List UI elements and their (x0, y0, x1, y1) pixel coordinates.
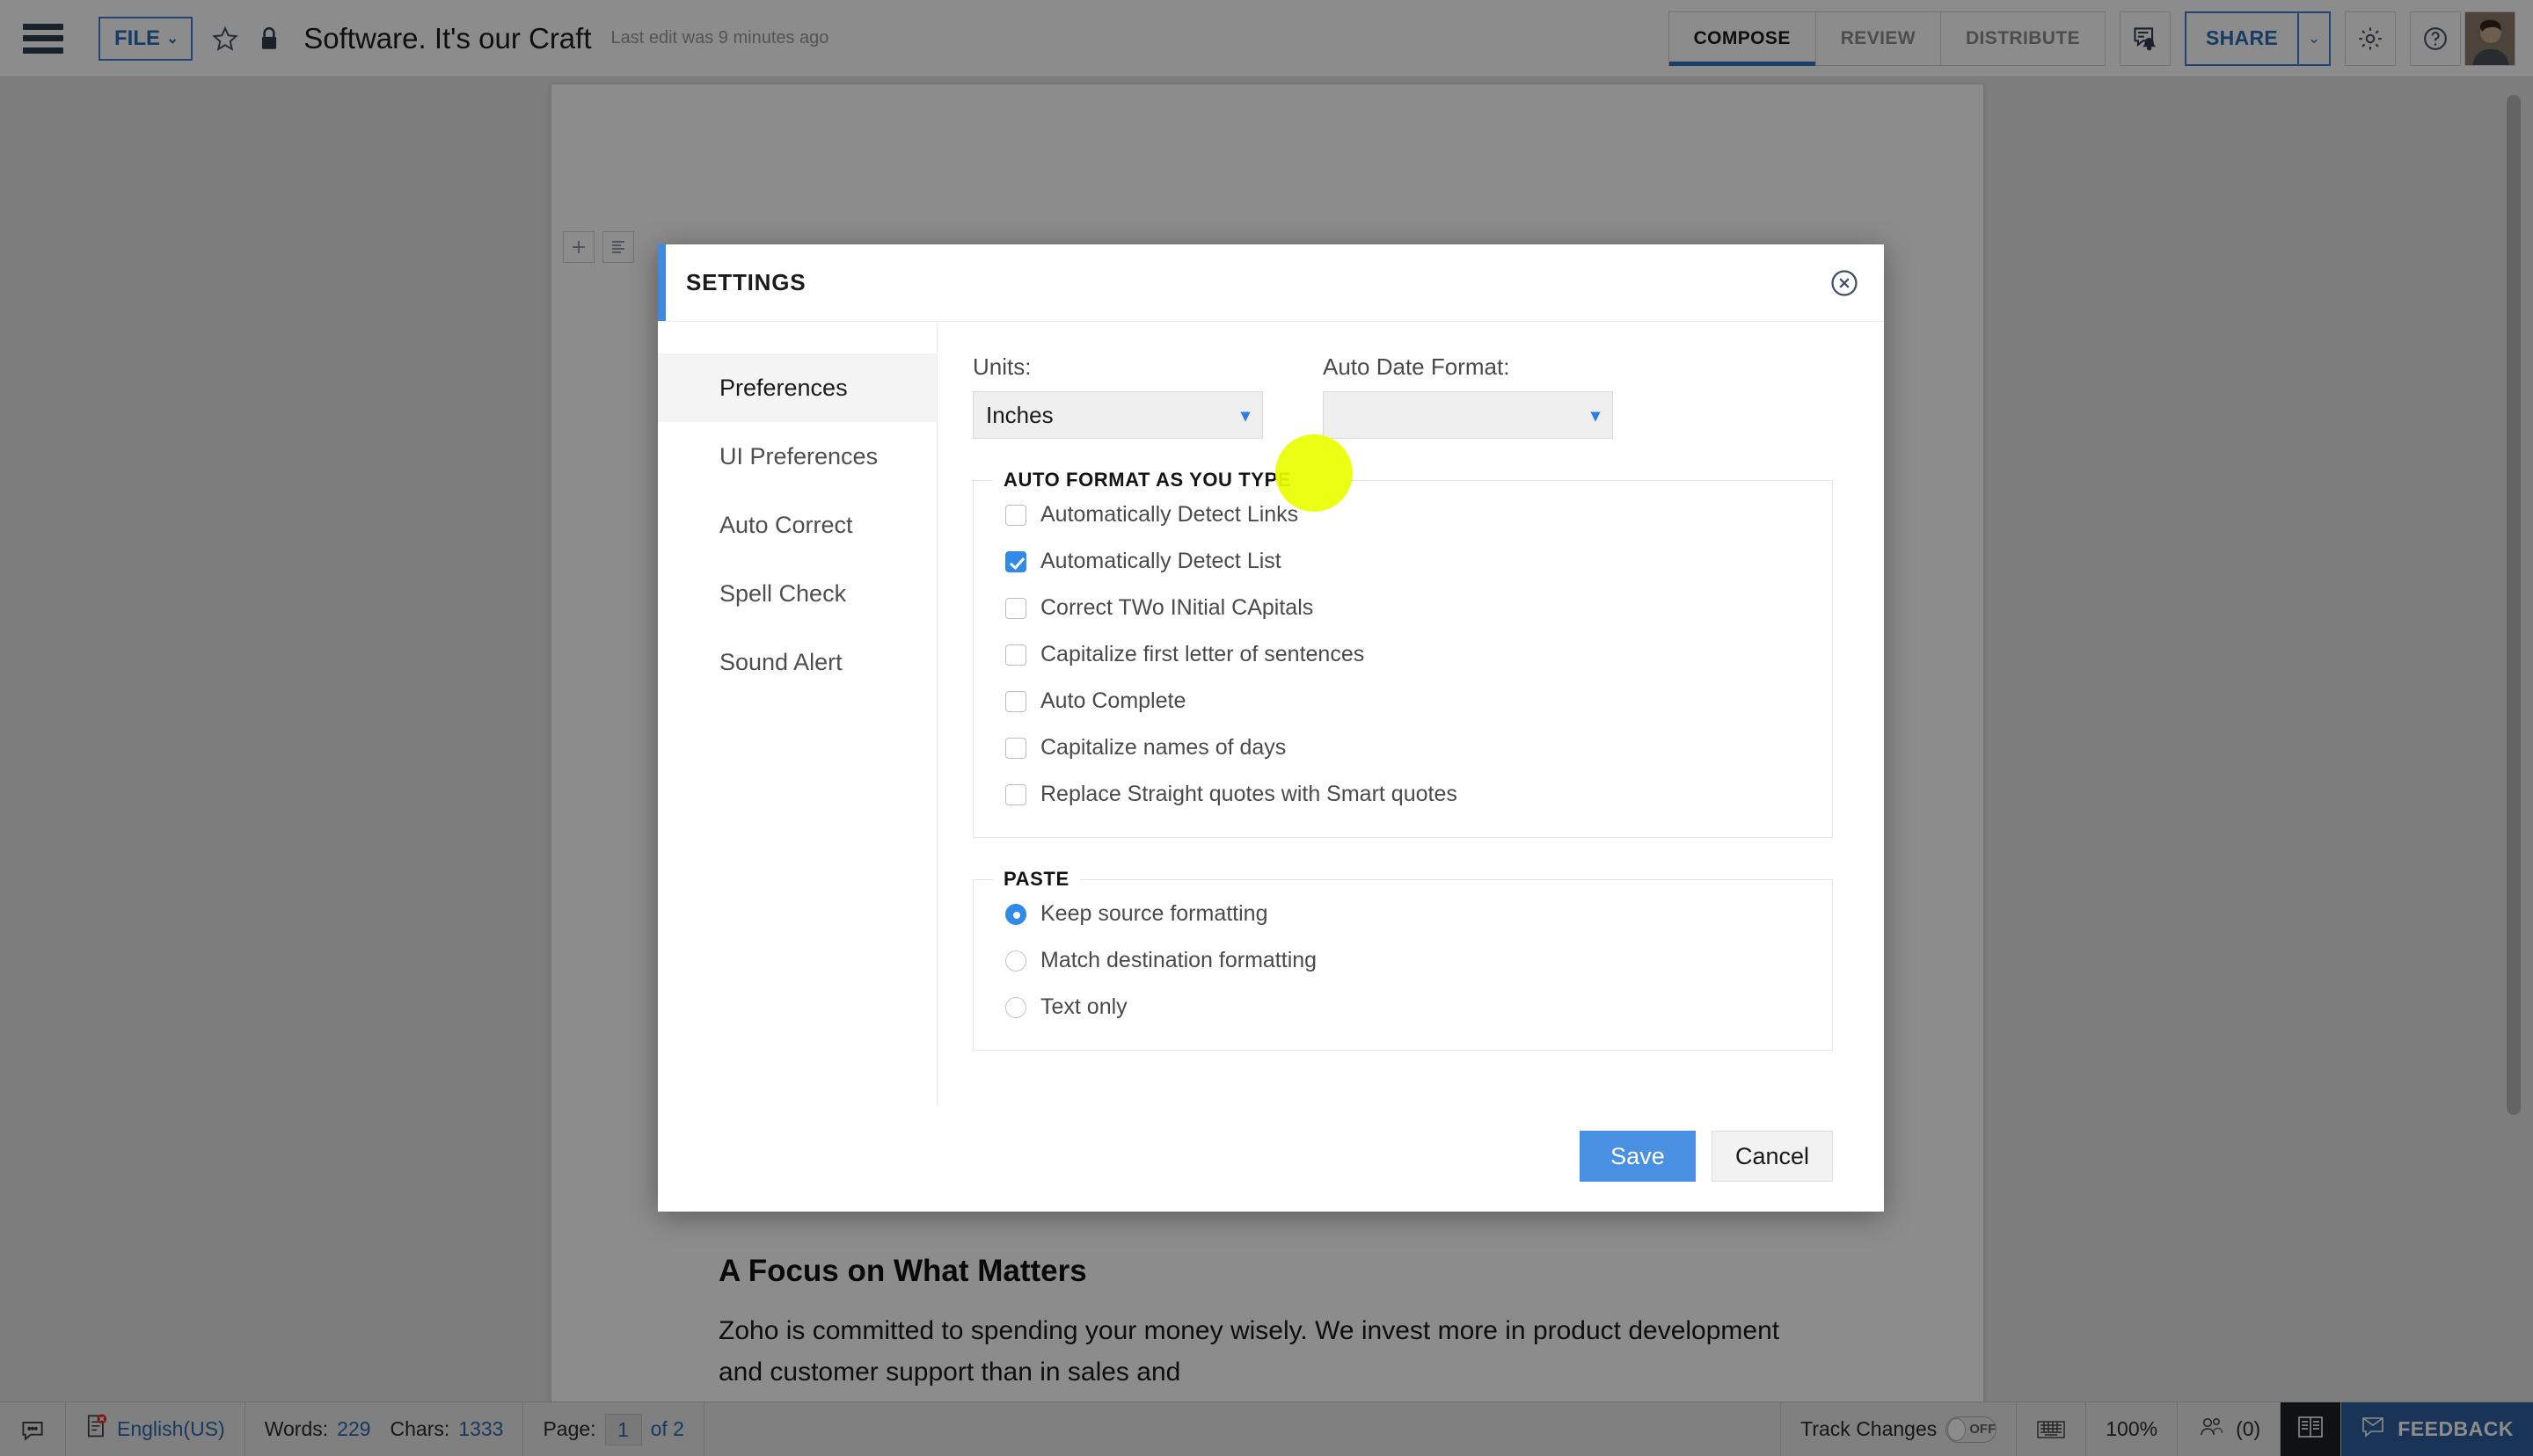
dialog-footer: Save Cancel (658, 1106, 1884, 1212)
sidebar-item-ui-preferences[interactable]: UI Preferences (658, 422, 937, 491)
option-automatically-detect-list[interactable]: Automatically Detect List (974, 538, 1832, 585)
sidebar-item-sound-alert[interactable]: Sound Alert (658, 628, 937, 696)
option-capitalize-first-letter[interactable]: Capitalize first letter of sentences (974, 631, 1832, 678)
chevron-down-icon: ▾ (1240, 405, 1250, 426)
option-automatically-detect-links[interactable]: Automatically Detect Links (974, 491, 1832, 538)
option-label: Keep source formatting (1040, 901, 1268, 926)
dialog-body: Preferences UI Preferences Auto Correct … (658, 322, 1884, 1106)
paste-group: PASTE Keep source formatting Match desti… (973, 868, 1833, 1051)
units-label: Units: (973, 353, 1032, 380)
option-auto-complete[interactable]: Auto Complete (974, 678, 1832, 724)
save-button[interactable]: Save (1579, 1131, 1696, 1182)
checkbox[interactable] (1005, 504, 1026, 526)
units-select[interactable]: Inches ▾ (973, 391, 1263, 439)
auto-date-format-label: Auto Date Format: (1323, 353, 1510, 380)
sidebar-item-spell-check[interactable]: Spell Check (658, 559, 937, 628)
units-value: Inches (986, 401, 1054, 428)
option-label: Text only (1040, 994, 1128, 1019)
auto-date-format-select[interactable]: ▾ (1323, 391, 1613, 439)
checkbox[interactable] (1005, 690, 1026, 712)
dialog-title: SETTINGS (686, 269, 807, 295)
option-capitalize-names-of-days[interactable]: Capitalize names of days (974, 724, 1832, 771)
option-label: Match destination formatting (1040, 948, 1318, 972)
sidebar-item-preferences[interactable]: Preferences (658, 353, 937, 422)
checkbox[interactable] (1005, 644, 1026, 666)
option-match-destination-formatting[interactable]: Match destination formatting (974, 937, 1832, 984)
option-text-only[interactable]: Text only (974, 984, 1832, 1030)
option-label: Capitalize names of days (1040, 735, 1287, 760)
units-field: Units: Inches ▾ (973, 353, 1263, 439)
dialog-main-panel: Units: Inches ▾ Auto Date Format: ▾ AUTO… (938, 322, 1884, 1106)
paste-legend: PASTE (1004, 868, 1069, 890)
option-label: Automatically Detect List (1040, 549, 1281, 573)
option-correct-two-initial-capitals[interactable]: Correct TWo INitial CApitals (974, 585, 1832, 631)
settings-dialog: SETTINGS Preferences UI Preferences Auto… (658, 244, 1884, 1212)
radio-button[interactable] (1005, 903, 1026, 925)
cancel-button[interactable]: Cancel (1711, 1131, 1833, 1182)
checkbox[interactable] (1005, 550, 1026, 572)
option-replace-straight-quotes[interactable]: Replace Straight quotes with Smart quote… (974, 771, 1832, 818)
auto-date-format-field: Auto Date Format: ▾ (1323, 353, 1613, 439)
option-label: Correct TWo INitial CApitals (1040, 595, 1314, 620)
option-keep-source-formatting[interactable]: Keep source formatting (974, 891, 1832, 937)
sidebar-item-auto-correct[interactable]: Auto Correct (658, 491, 937, 559)
option-label: Auto Complete (1040, 688, 1186, 713)
checkbox[interactable] (1005, 783, 1026, 805)
option-label: Capitalize first letter of sentences (1040, 642, 1365, 666)
radio-button[interactable] (1005, 950, 1026, 972)
dialog-sidebar: Preferences UI Preferences Auto Correct … (658, 322, 938, 1106)
auto-format-group: AUTO FORMAT AS YOU TYPE Automatically De… (973, 469, 1833, 838)
close-circle-icon[interactable] (1829, 268, 1859, 298)
radio-button[interactable] (1005, 996, 1026, 1018)
chevron-down-icon: ▾ (1590, 405, 1600, 426)
dropdown-row: Units: Inches ▾ Auto Date Format: ▾ (973, 353, 1833, 439)
dialog-header: SETTINGS (658, 244, 1884, 322)
option-label: Replace Straight quotes with Smart quote… (1040, 782, 1457, 806)
checkbox[interactable] (1005, 737, 1026, 759)
option-label: Automatically Detect Links (1040, 502, 1299, 527)
auto-format-legend: AUTO FORMAT AS YOU TYPE (1004, 469, 1292, 491)
checkbox[interactable] (1005, 597, 1026, 619)
